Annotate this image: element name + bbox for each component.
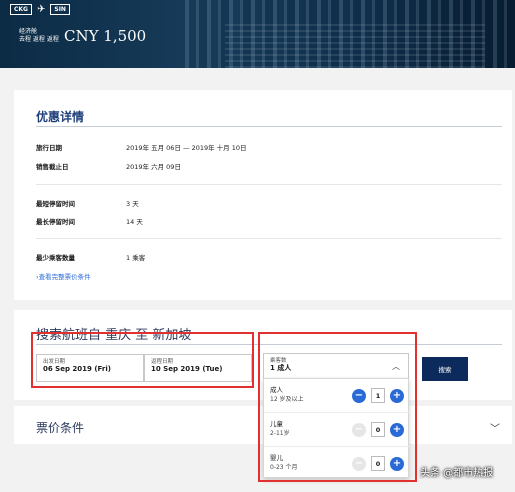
route-indicator: CKG ✈ SIN [10,4,70,15]
hero-banner: CKG ✈ SIN 经济舱 去程 返程 返程 CNY 1,500 [0,0,515,68]
detail-label: 最长停留时间 [36,218,75,226]
cabin-line-2: 去程 返程 返程 [19,36,59,43]
detail-row-travel-dates: 旅行日期 2019年 五月 06日 — 2019年 十月 10日 [36,142,247,152]
annotation-box-passengers [258,332,417,482]
chevron-down-icon[interactable]: ﹀ [490,420,500,435]
detail-label: 销售截止日 [36,163,69,171]
watermark: 头条 @都市热报 [420,468,494,479]
detail-row-min-stay: 最短停留时间 3 天 [36,198,139,208]
origin-code: CKG [10,4,32,15]
detail-value: 14 天 [126,218,143,226]
search-button[interactable]: 搜索 [422,357,468,381]
plane-icon: ✈ [36,3,46,15]
detail-label: 旅行日期 [36,144,62,152]
detail-value: 3 天 [126,200,139,208]
detail-value: 2019年 五月 06日 — 2019年 十月 10日 [126,144,247,152]
detail-row-max-stay: 最长停留时间 14 天 [36,216,143,226]
detail-row-sale-end: 销售截止日 2019年 六月 09日 [36,161,181,171]
section-divider [36,184,502,185]
detail-row-min-passengers: 最少乘客数量 1 乘客 [36,252,145,262]
destination-code: SIN [50,4,70,15]
title-divider [36,126,502,127]
city-skyline-overlay [225,20,485,68]
annotation-box-dates [31,332,254,388]
detail-value: 2019年 六月 09日 [126,163,181,171]
full-fare-conditions-link[interactable]: ›查看完整票价条件 [36,271,91,281]
section-divider [36,238,502,239]
offer-details-title: 优惠详情 [36,110,85,124]
cabin-line-1: 经济舱 [19,28,38,35]
fare-price: CNY 1,500 [64,27,147,45]
detail-label: 最少乘客数量 [36,254,75,262]
detail-value: 1 乘客 [126,254,146,262]
cabin-class: 经济舱 去程 返程 返程 [19,28,59,44]
fare-conditions-title: 票价条件 [36,421,85,435]
offer-details-card: 优惠详情 旅行日期 2019年 五月 06日 — 2019年 十月 10日 销售… [14,90,512,300]
detail-label: 最短停留时间 [36,200,75,208]
